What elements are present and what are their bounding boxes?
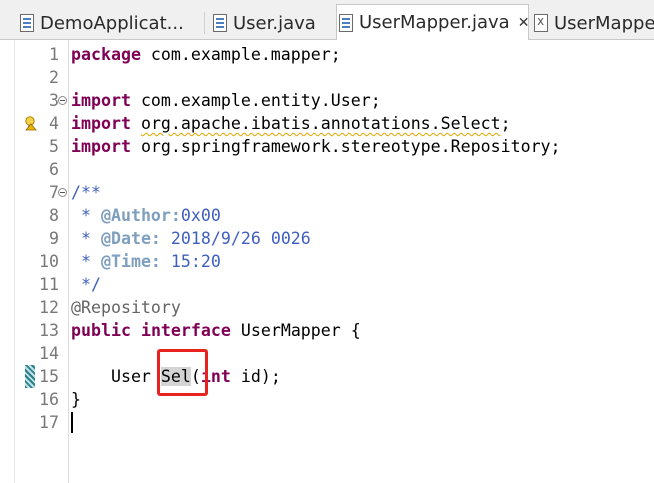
tab-label: UserMapper	[554, 12, 654, 34]
java-file-icon	[213, 14, 227, 32]
javadoc-comment: * @Author:0x00	[71, 204, 221, 227]
keyword: import	[71, 137, 131, 156]
code-editor[interactable]: 1 package com.example.mapper; 2 3 import…	[0, 40, 654, 483]
code-token: com.example.mapper;	[140, 45, 341, 64]
code-text: package com.example.mapper;	[71, 43, 341, 66]
tab-separator	[204, 12, 205, 34]
code-text: }	[71, 390, 81, 409]
javadoc-comment: * @Time: 15:20	[71, 250, 221, 273]
code-text: import org.springframework.stereotype.Re…	[71, 135, 561, 158]
line-number: 6	[49, 160, 59, 179]
tab-label: User.java	[233, 12, 316, 34]
comment-star: *	[71, 206, 101, 225]
tab-user-java[interactable]: User.java	[213, 6, 333, 40]
code-line: 17	[0, 411, 654, 434]
fold-toggle-icon[interactable]	[58, 96, 67, 105]
line-number: 3	[49, 91, 59, 110]
javadoc-tag: @Author:	[100, 206, 181, 225]
line-number: 5	[49, 137, 59, 156]
javadoc-comment: */	[71, 275, 101, 294]
red-highlight-box	[157, 349, 208, 396]
line-number: 13	[39, 321, 59, 340]
comment-star: *	[71, 229, 101, 248]
code-line: 14	[0, 342, 654, 365]
keyword: interface	[140, 321, 231, 340]
line-number: 2	[49, 68, 59, 87]
code-token: org.springframework.stereotype.Repositor…	[130, 137, 561, 156]
line-number: 10	[39, 252, 59, 271]
code-text: import com.example.entity.User;	[71, 89, 381, 112]
comment-value: 2018/9/26 0026	[160, 229, 311, 248]
code-line: 5 import org.springframework.stereotype.…	[0, 135, 654, 158]
code-line: 9 * @Date: 2018/9/26 0026	[0, 227, 654, 250]
code-token: com.example.entity.User;	[130, 91, 381, 110]
annotation: @Repository	[71, 298, 181, 317]
comment-value: 0x00	[180, 206, 221, 225]
java-file-icon	[20, 14, 34, 32]
line-number: 8	[49, 206, 59, 225]
code-line: 10 * @Time: 15:20	[0, 250, 654, 273]
tab-usermapper-java[interactable]: UserMapper.java ✕	[336, 4, 529, 40]
tab-label: DemoApplicat...	[40, 12, 184, 34]
tab-usermapper-xml[interactable]: UserMapper	[534, 6, 654, 40]
keyword: import	[71, 114, 131, 133]
code-line: 7 /**	[0, 181, 654, 204]
code-line: 16 }	[0, 388, 654, 411]
tab-label: UserMapper.java	[359, 12, 510, 33]
code-line: 4 import org.apache.ibatis.annotations.S…	[0, 112, 654, 135]
code-line: 3 import com.example.entity.User;	[0, 89, 654, 112]
line-number: 1	[49, 45, 59, 64]
code-line: 8 * @Author:0x00	[0, 204, 654, 227]
java-file-icon	[339, 13, 353, 32]
line-number: 4	[49, 114, 59, 133]
keyword: package	[71, 45, 141, 64]
code-line: 1 package com.example.mapper;	[0, 43, 654, 66]
code-line: 12 @Repository	[0, 296, 654, 319]
code-text: import org.apache.ibatis.annotations.Sel…	[71, 114, 511, 133]
line-number: 14	[39, 344, 59, 363]
line-number: 9	[49, 229, 59, 248]
line-number: 12	[39, 298, 59, 317]
javadoc-comment: * @Date: 2018/9/26 0026	[71, 227, 311, 250]
close-icon[interactable]: ✕	[518, 16, 528, 30]
line-number: 7	[49, 183, 59, 202]
keyword: public	[71, 321, 131, 340]
code-line: 15 User Sel(int id);	[0, 365, 654, 388]
code-line: 11 */	[0, 273, 654, 296]
code-line: 2	[0, 66, 654, 89]
code-token: UserMapper {	[230, 321, 361, 340]
editor-tab-bar: DemoApplicat... User.java UserMapper.jav…	[0, 0, 654, 40]
unused-import-warning: org.apache.ibatis.annotations.Select	[140, 114, 501, 133]
line-number: 15	[39, 367, 59, 386]
code-token: id);	[230, 367, 281, 386]
line-number: 17	[39, 413, 59, 432]
comment-value: 15:20	[160, 252, 221, 271]
fold-toggle-icon[interactable]	[58, 188, 67, 197]
line-number: 16	[39, 390, 59, 409]
line-number: 11	[39, 275, 59, 294]
code-line: 6	[0, 158, 654, 181]
javadoc-tag: @Date:	[100, 229, 161, 248]
xml-file-icon	[534, 14, 548, 32]
code-line: 13 public interface UserMapper {	[0, 319, 654, 342]
code-token: User	[71, 367, 161, 386]
tab-demo-application[interactable]: DemoApplicat...	[20, 6, 205, 40]
text-cursor	[71, 412, 73, 433]
javadoc-tag: @Time:	[100, 252, 161, 271]
keyword: import	[71, 91, 131, 110]
javadoc-comment: /**	[71, 183, 101, 202]
comment-star: *	[71, 252, 101, 271]
code-text: public interface UserMapper {	[71, 319, 361, 342]
